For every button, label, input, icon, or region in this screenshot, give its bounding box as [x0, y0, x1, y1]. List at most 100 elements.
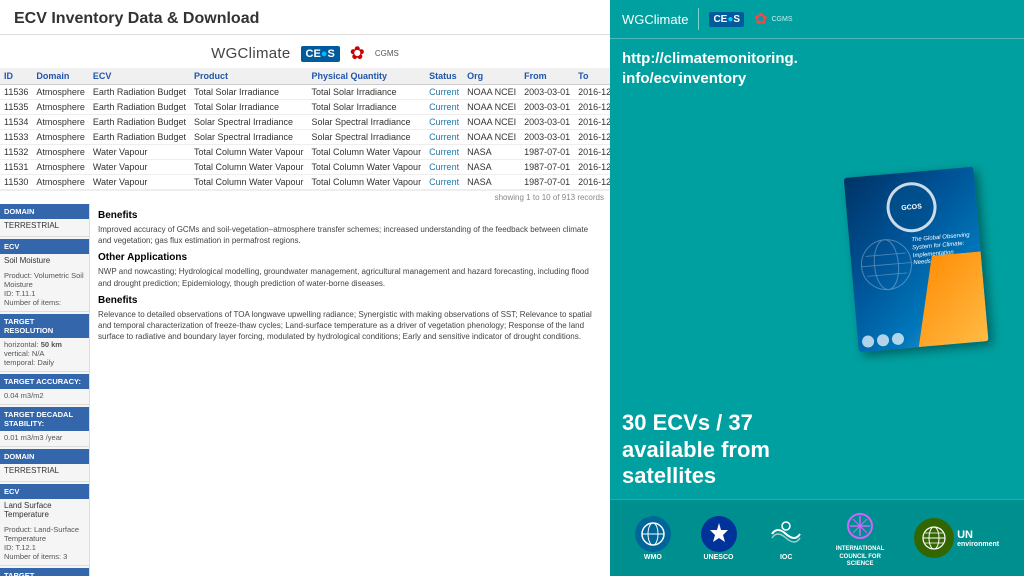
un-text-block: UN environment [957, 529, 999, 548]
divider5 [0, 446, 89, 447]
col-product: Product [190, 68, 308, 85]
col-status: Status [425, 68, 463, 85]
wmo-circle [635, 516, 671, 552]
table-row[interactable]: 11535AtmosphereEarth Radiation BudgetTot… [0, 100, 610, 115]
table-cell: 11533 [0, 130, 32, 145]
table-cell: Total Column Water Vapour [308, 145, 426, 160]
table-cell: Total Column Water Vapour [308, 175, 426, 190]
table-cell: Current [425, 175, 463, 190]
ecv-count-sub: available from satellites [622, 437, 770, 488]
ceos-badge: CE●S [301, 46, 340, 62]
un-circle [914, 518, 954, 558]
table-cell: 11534 [0, 115, 32, 130]
right-cgms-label: CGMS [771, 16, 792, 23]
table-cell: 2003-03-01 [520, 100, 574, 115]
table-cell: NOAA NCEI [463, 130, 520, 145]
table-row[interactable]: 11533AtmosphereEarth Radiation BudgetSol… [0, 130, 610, 145]
divider6 [0, 481, 89, 482]
table-cell: 11531 [0, 160, 32, 175]
product-soil-info: Product: Volumetric Soil MoistureID: T.1… [0, 269, 89, 309]
table-row[interactable]: 11530AtmosphereWater VapourTotal Column … [0, 175, 610, 190]
logo-icsu: INTERNATIONALCOUNCIL FORSCIENCE [836, 508, 885, 568]
filter-tag-acc1: TARGET ACCURACY: [0, 374, 89, 389]
table-cell: 1987-07-01 [520, 145, 574, 160]
table-cell: Total Solar Irradiance [308, 85, 426, 100]
logos-row: WMO UNESCO IOC [610, 499, 1024, 576]
table-cell: 2016-12-31 [574, 160, 610, 175]
table-cell: Earth Radiation Budget [89, 115, 190, 130]
table-cell: Atmosphere [32, 100, 89, 115]
table-cell: Earth Radiation Budget [89, 85, 190, 100]
table-cell: Solar Spectral Irradiance [190, 130, 308, 145]
un-label: UN [957, 529, 999, 541]
table-cell: Current [425, 85, 463, 100]
filter-tag-domain2: DOMAIN [0, 449, 89, 464]
table-cell: NOAA NCEI [463, 115, 520, 130]
right-text-col: http://climatemonitoring.info/ecvinvento… [610, 39, 810, 499]
url-text[interactable]: http://climatemonitoring.info/ecvinvento… [622, 49, 798, 90]
unesco-circle [701, 516, 737, 552]
col-ecv: ECV [89, 68, 190, 85]
divider2 [0, 311, 89, 312]
ioc-label: IOC [780, 554, 792, 561]
table-cell: Total Column Water Vapour [190, 160, 308, 175]
table-body: 11536AtmosphereEarth Radiation BudgetTot… [0, 85, 610, 190]
filter-tag-ecv2: ECV [0, 484, 89, 499]
col-from: From [520, 68, 574, 85]
table-cell: Atmosphere [32, 175, 89, 190]
icsu-text: INTERNATIONALCOUNCIL FORSCIENCE [836, 546, 885, 568]
un-sublabel: environment [957, 541, 999, 548]
table-cell: Atmosphere [32, 85, 89, 100]
table-cell: Earth Radiation Budget [89, 130, 190, 145]
table-cell: 11532 [0, 145, 32, 160]
table-cell: NASA [463, 175, 520, 190]
table-cell: NOAA NCEI [463, 100, 520, 115]
table-cell: Current [425, 130, 463, 145]
filter-value-stab1: 0.01 m3/m3 /year [0, 431, 89, 444]
ioc-icon [766, 516, 806, 552]
table-row[interactable]: 11532AtmosphereWater VapourTotal Column … [0, 145, 610, 160]
table-cell: Solar Spectral Irradiance [190, 115, 308, 130]
filter-value-domain1: TERRESTRIAL [0, 219, 89, 234]
benefits-text-1: Improved accuracy of GCMs and soil-veget… [98, 224, 602, 246]
table-cell: NOAA NCEI [463, 85, 520, 100]
divider4 [0, 404, 89, 405]
wmo-label: WMO [644, 554, 662, 561]
right-ceos-badge: CE●S [709, 12, 744, 27]
col-domain: Domain [32, 68, 89, 85]
table-row[interactable]: 11536AtmosphereEarth Radiation BudgetTot… [0, 85, 610, 100]
book-col: GCOS The Global Observing System for Cli… [810, 39, 1024, 499]
ioc-svg [768, 518, 804, 550]
left-header: ECV Inventory Data & Download [0, 0, 610, 35]
table-row[interactable]: 11534AtmosphereEarth Radiation BudgetSol… [0, 115, 610, 130]
icsu-icon [840, 508, 880, 544]
col-id: ID [0, 68, 32, 85]
book-cover: GCOS The Global Observing System for Cli… [844, 166, 989, 352]
filter-tag-res2: TARGET RESOLUTION [0, 568, 89, 576]
detail-area: Benefits Improved accuracy of GCMs and s… [90, 204, 610, 576]
col-org: Org [463, 68, 520, 85]
cgms-label: CGMS [375, 49, 399, 58]
logo-un: UN environment [914, 518, 999, 558]
table-cell: Total Column Water Vapour [308, 160, 426, 175]
filter-value-ecv2: Land Surface Temperature [0, 499, 89, 523]
filter-tag-res1: TARGET RESOLUTION [0, 314, 89, 338]
wgclimate-label: WGClimate [211, 45, 290, 62]
book-bottom-logos [862, 332, 905, 348]
table-cell: 2016-12-31 [574, 115, 610, 130]
right-header-divider [698, 8, 699, 30]
showing-records: showing 1 to 10 of 913 records [0, 190, 610, 204]
table-cell: 1987-07-01 [520, 175, 574, 190]
table-cell: Earth Radiation Budget [89, 100, 190, 115]
table-cell: Total Solar Irradiance [190, 100, 308, 115]
book-logo-text: GCOS [901, 203, 922, 212]
book-logo: GCOS [884, 180, 938, 234]
table-cell: 2016-12-31 [574, 175, 610, 190]
table-cell: Total Solar Irradiance [190, 85, 308, 100]
table-cell: Atmosphere [32, 130, 89, 145]
table-row[interactable]: 11531AtmosphereWater VapourTotal Column … [0, 160, 610, 175]
other-applications-text: NWP and nowcasting; Hydrological modelli… [98, 266, 602, 288]
table-cell: Total Solar Irradiance [308, 100, 426, 115]
logo-ioc: IOC [766, 516, 806, 561]
table-cell: Atmosphere [32, 160, 89, 175]
